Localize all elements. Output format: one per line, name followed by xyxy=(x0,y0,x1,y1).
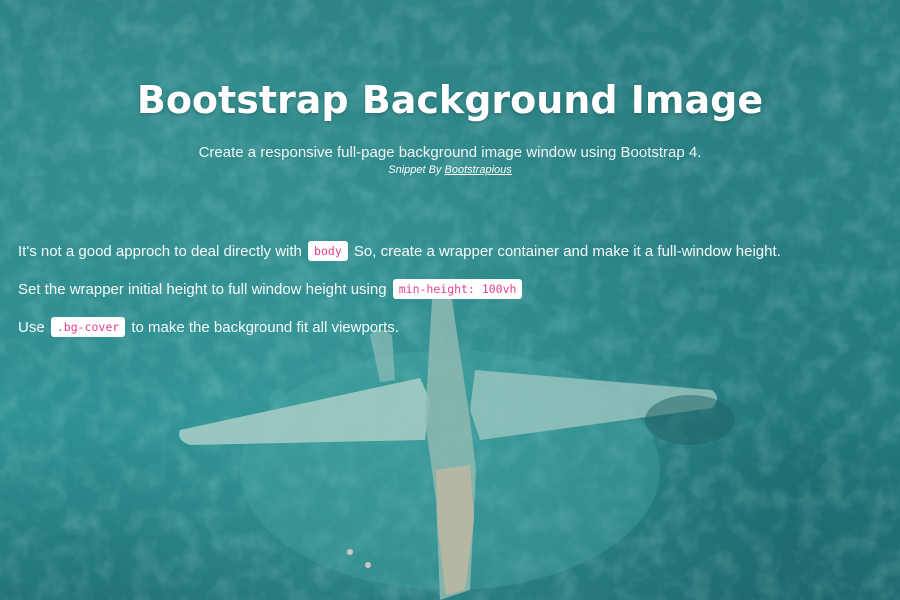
hero-header: Bootstrap Background Image Create a resp… xyxy=(0,78,900,176)
paragraph-body-note: It's not a good approch to deal directly… xyxy=(18,238,888,265)
para3-text-before: Use xyxy=(18,319,45,336)
para1-text-after: So, create a wrapper container and make … xyxy=(353,243,781,260)
credit-prefix: Snippet By xyxy=(388,164,442,176)
paragraph-min-height: Set the wrapper initial height to full w… xyxy=(18,276,888,303)
page-title: Bootstrap Background Image xyxy=(136,78,764,122)
content-section: It's not a good approch to deal directly… xyxy=(18,238,888,352)
lead-text: Create a responsive full-page background… xyxy=(198,144,702,161)
para1-text-before: It's not a good approch to deal directly… xyxy=(18,243,302,260)
code-body: body xyxy=(308,241,348,261)
code-min-height: min-height: 100vh xyxy=(392,279,523,299)
para2-text-before: Set the wrapper initial height to full w… xyxy=(18,281,387,298)
background-image-wrapper: Bootstrap Background Image Create a resp… xyxy=(0,0,900,600)
bootstrapious-link[interactable]: Bootstrapious xyxy=(445,164,512,176)
code-bg-cover: .bg-cover xyxy=(50,317,126,337)
credit-line: Snippet By Bootstrapious xyxy=(0,164,900,176)
para3-text-after: to make the background fit all viewports… xyxy=(131,319,399,336)
paragraph-bg-cover: Use .bg-cover to make the background fit… xyxy=(18,314,888,341)
